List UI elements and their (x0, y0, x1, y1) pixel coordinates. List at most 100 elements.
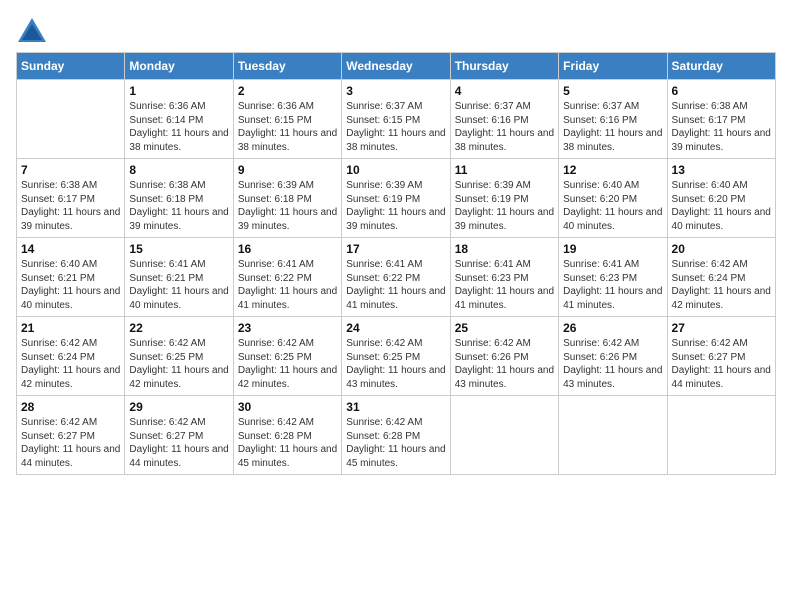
day-info: Sunrise: 6:41 AMSunset: 6:23 PMDaylight:… (563, 258, 662, 312)
page-header (16, 16, 776, 44)
day-info: Sunrise: 6:41 AMSunset: 6:22 PMDaylight:… (238, 258, 337, 312)
day-number: 23 (238, 321, 337, 335)
day-info: Sunrise: 6:42 AMSunset: 6:26 PMDaylight:… (563, 337, 662, 391)
day-number: 6 (672, 84, 771, 98)
day-info: Sunrise: 6:42 AMSunset: 6:25 PMDaylight:… (238, 337, 337, 391)
weekday-header-saturday: Saturday (667, 53, 775, 80)
day-number: 11 (455, 163, 554, 177)
day-number: 7 (21, 163, 120, 177)
logo (16, 16, 50, 44)
day-info: Sunrise: 6:42 AMSunset: 6:27 PMDaylight:… (129, 416, 228, 470)
day-info: Sunrise: 6:42 AMSunset: 6:27 PMDaylight:… (21, 416, 120, 470)
weekday-header-thursday: Thursday (450, 53, 558, 80)
calendar-cell: 10 Sunrise: 6:39 AMSunset: 6:19 PMDayligh… (342, 159, 450, 238)
calendar-cell: 14 Sunrise: 6:40 AMSunset: 6:21 PMDayligh… (17, 238, 125, 317)
day-info: Sunrise: 6:42 AMSunset: 6:24 PMDaylight:… (672, 258, 771, 312)
day-number: 3 (346, 84, 445, 98)
day-number: 5 (563, 84, 662, 98)
day-info: Sunrise: 6:42 AMSunset: 6:26 PMDaylight:… (455, 337, 554, 391)
day-number: 22 (129, 321, 228, 335)
day-number: 26 (563, 321, 662, 335)
day-info: Sunrise: 6:38 AMSunset: 6:17 PMDaylight:… (672, 100, 771, 154)
calendar-cell: 5 Sunrise: 6:37 AMSunset: 6:16 PMDaylight… (559, 80, 667, 159)
day-number: 30 (238, 400, 337, 414)
calendar-cell: 17 Sunrise: 6:41 AMSunset: 6:22 PMDayligh… (342, 238, 450, 317)
day-number: 18 (455, 242, 554, 256)
calendar-cell: 18 Sunrise: 6:41 AMSunset: 6:23 PMDayligh… (450, 238, 558, 317)
day-info: Sunrise: 6:42 AMSunset: 6:25 PMDaylight:… (346, 337, 445, 391)
calendar-week-row: 14 Sunrise: 6:40 AMSunset: 6:21 PMDayligh… (17, 238, 776, 317)
day-info: Sunrise: 6:38 AMSunset: 6:18 PMDaylight:… (129, 179, 228, 233)
day-number: 9 (238, 163, 337, 177)
day-number: 21 (21, 321, 120, 335)
day-number: 24 (346, 321, 445, 335)
day-number: 25 (455, 321, 554, 335)
calendar-cell: 12 Sunrise: 6:40 AMSunset: 6:20 PMDayligh… (559, 159, 667, 238)
calendar-cell (667, 396, 775, 475)
weekday-header-sunday: Sunday (17, 53, 125, 80)
day-number: 10 (346, 163, 445, 177)
day-info: Sunrise: 6:40 AMSunset: 6:20 PMDaylight:… (563, 179, 662, 233)
day-number: 1 (129, 84, 228, 98)
calendar-cell (559, 396, 667, 475)
calendar-cell: 22 Sunrise: 6:42 AMSunset: 6:25 PMDayligh… (125, 317, 233, 396)
day-number: 2 (238, 84, 337, 98)
weekday-header-friday: Friday (559, 53, 667, 80)
calendar-cell: 26 Sunrise: 6:42 AMSunset: 6:26 PMDayligh… (559, 317, 667, 396)
day-number: 19 (563, 242, 662, 256)
day-info: Sunrise: 6:37 AMSunset: 6:15 PMDaylight:… (346, 100, 445, 154)
day-number: 28 (21, 400, 120, 414)
calendar-cell: 21 Sunrise: 6:42 AMSunset: 6:24 PMDayligh… (17, 317, 125, 396)
calendar-week-row: 7 Sunrise: 6:38 AMSunset: 6:17 PMDaylight… (17, 159, 776, 238)
calendar-cell: 20 Sunrise: 6:42 AMSunset: 6:24 PMDayligh… (667, 238, 775, 317)
day-info: Sunrise: 6:40 AMSunset: 6:21 PMDaylight:… (21, 258, 120, 312)
day-number: 27 (672, 321, 771, 335)
calendar-cell: 13Sunrise: 6:40 AMSunset: 6:20 PMDayligh… (667, 159, 775, 238)
day-info: Sunrise: 6:41 AMSunset: 6:22 PMDaylight:… (346, 258, 445, 312)
calendar-cell: 24 Sunrise: 6:42 AMSunset: 6:25 PMDayligh… (342, 317, 450, 396)
day-number: 8 (129, 163, 228, 177)
day-info: Sunrise: 6:42 AMSunset: 6:25 PMDaylight:… (129, 337, 228, 391)
day-number: 20 (672, 242, 771, 256)
calendar-cell: 29 Sunrise: 6:42 AMSunset: 6:27 PMDayligh… (125, 396, 233, 475)
day-number: 14 (21, 242, 120, 256)
day-info: Sunrise: 6:39 AMSunset: 6:18 PMDaylight:… (238, 179, 337, 233)
day-number: 15 (129, 242, 228, 256)
calendar-week-row: 1 Sunrise: 6:36 AMSunset: 6:14 PMDaylight… (17, 80, 776, 159)
day-info: Sunrise: 6:42 AMSunset: 6:28 PMDaylight:… (238, 416, 337, 470)
calendar-cell: 2Sunrise: 6:36 AMSunset: 6:15 PMDaylight… (233, 80, 341, 159)
day-info: Sunrise: 6:39 AMSunset: 6:19 PMDaylight:… (346, 179, 445, 233)
weekday-header-wednesday: Wednesday (342, 53, 450, 80)
day-info: Sunrise: 6:38 AMSunset: 6:17 PMDaylight:… (21, 179, 120, 233)
calendar-cell (17, 80, 125, 159)
calendar-week-row: 21 Sunrise: 6:42 AMSunset: 6:24 PMDayligh… (17, 317, 776, 396)
calendar-cell: 3 Sunrise: 6:37 AMSunset: 6:15 PMDaylight… (342, 80, 450, 159)
calendar-header: SundayMondayTuesdayWednesdayThursdayFrid… (17, 53, 776, 80)
calendar-cell: 16Sunrise: 6:41 AMSunset: 6:22 PMDayligh… (233, 238, 341, 317)
calendar-cell: 23 Sunrise: 6:42 AMSunset: 6:25 PMDayligh… (233, 317, 341, 396)
day-info: Sunrise: 6:41 AMSunset: 6:23 PMDaylight:… (455, 258, 554, 312)
day-number: 29 (129, 400, 228, 414)
day-info: Sunrise: 6:41 AMSunset: 6:21 PMDaylight:… (129, 258, 228, 312)
calendar-cell: 25 Sunrise: 6:42 AMSunset: 6:26 PMDayligh… (450, 317, 558, 396)
day-info: Sunrise: 6:37 AMSunset: 6:16 PMDaylight:… (563, 100, 662, 154)
day-number: 31 (346, 400, 445, 414)
day-number: 17 (346, 242, 445, 256)
day-info: Sunrise: 6:40 AMSunset: 6:20 PMDaylight:… (672, 179, 771, 233)
calendar-cell: 11 Sunrise: 6:39 AMSunset: 6:19 PMDayligh… (450, 159, 558, 238)
day-number: 4 (455, 84, 554, 98)
day-info: Sunrise: 6:42 AMSunset: 6:24 PMDaylight:… (21, 337, 120, 391)
weekday-header-monday: Monday (125, 53, 233, 80)
calendar-cell (450, 396, 558, 475)
day-info: Sunrise: 6:39 AMSunset: 6:19 PMDaylight:… (455, 179, 554, 233)
day-number: 12 (563, 163, 662, 177)
day-info: Sunrise: 6:42 AMSunset: 6:28 PMDaylight:… (346, 416, 445, 470)
day-info: Sunrise: 6:42 AMSunset: 6:27 PMDaylight:… (672, 337, 771, 391)
calendar-cell: 7 Sunrise: 6:38 AMSunset: 6:17 PMDaylight… (17, 159, 125, 238)
calendar-cell: 19 Sunrise: 6:41 AMSunset: 6:23 PMDayligh… (559, 238, 667, 317)
calendar-cell: 27 Sunrise: 6:42 AMSunset: 6:27 PMDayligh… (667, 317, 775, 396)
weekday-header-tuesday: Tuesday (233, 53, 341, 80)
calendar-cell: 1 Sunrise: 6:36 AMSunset: 6:14 PMDaylight… (125, 80, 233, 159)
logo-icon (16, 16, 48, 44)
day-info: Sunrise: 6:36 AMSunset: 6:14 PMDaylight:… (129, 100, 228, 154)
